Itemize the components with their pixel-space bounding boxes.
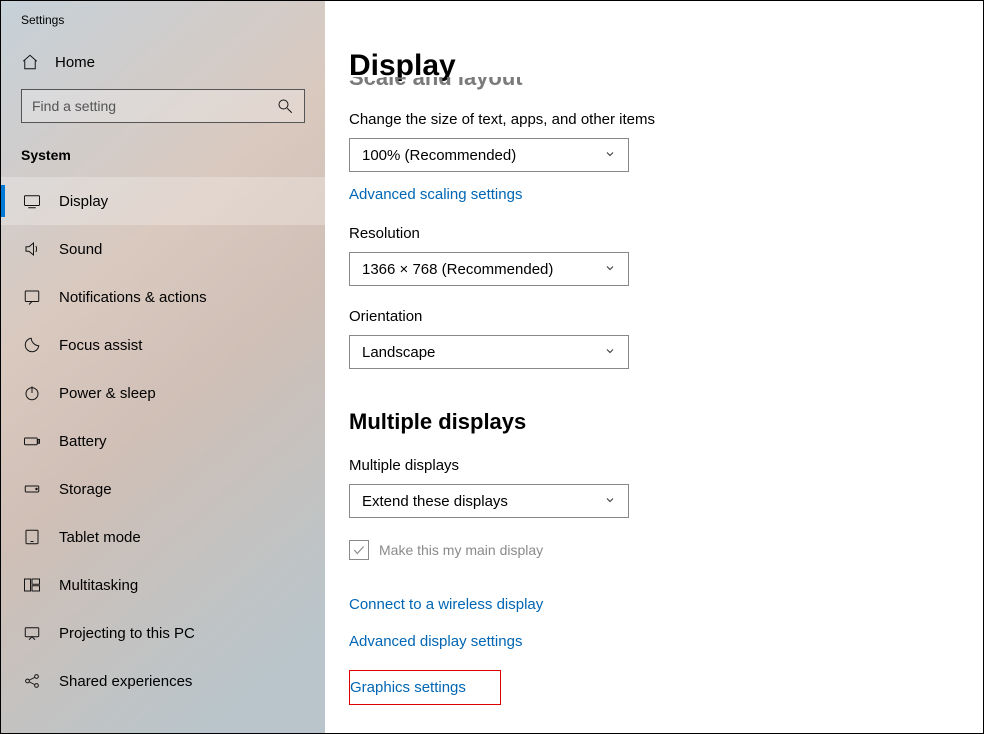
sidebar-item-label: Shared experiences — [59, 673, 192, 690]
scale-dropdown-value: 100% (Recommended) — [362, 147, 516, 164]
resolution-label: Resolution — [349, 225, 983, 242]
main-display-checkbox — [349, 540, 369, 560]
scale-dropdown[interactable]: 100% (Recommended) — [349, 138, 629, 172]
search-input-wrap[interactable] — [21, 89, 305, 123]
home-icon — [21, 53, 39, 71]
main-display-checkbox-label: Make this my main display — [379, 542, 543, 558]
focus-assist-icon — [23, 336, 41, 354]
sidebar-item-power-sleep[interactable]: Power & sleep — [1, 369, 325, 417]
chevron-down-icon — [604, 344, 616, 361]
main-display-checkbox-row: Make this my main display — [349, 540, 983, 560]
advanced-display-link[interactable]: Advanced display settings — [349, 633, 983, 650]
sidebar-item-label: Tablet mode — [59, 529, 141, 546]
shared-icon — [23, 672, 41, 690]
advanced-scaling-link[interactable]: Advanced scaling settings — [349, 186, 522, 203]
multiple-displays-group: Multiple displays Extend these displays — [349, 457, 983, 518]
sidebar-item-label: Focus assist — [59, 337, 142, 354]
search-icon — [276, 97, 294, 115]
sidebar-item-battery[interactable]: Battery — [1, 417, 325, 465]
scale-layout-heading-cutoff: Scale and layout — [349, 77, 983, 93]
multitasking-icon — [23, 576, 41, 594]
sidebar-item-label: Battery — [59, 433, 107, 450]
sidebar-item-label: Display — [59, 193, 108, 210]
orientation-group: Orientation Landscape — [349, 308, 983, 369]
sidebar-item-label: Projecting to this PC — [59, 625, 195, 642]
graphics-settings-highlight: Graphics settings — [349, 670, 501, 705]
multiple-displays-dropdown-value: Extend these displays — [362, 493, 508, 510]
window-title: Settings — [1, 7, 325, 43]
sidebar-item-notifications[interactable]: Notifications & actions — [1, 273, 325, 321]
multiple-displays-dropdown[interactable]: Extend these displays — [349, 484, 629, 518]
sidebar-item-label: Sound — [59, 241, 102, 258]
orientation-dropdown[interactable]: Landscape — [349, 335, 629, 369]
sidebar-item-display[interactable]: Display — [1, 177, 325, 225]
sidebar: Settings Home System Display — [1, 1, 325, 733]
sidebar-item-storage[interactable]: Storage — [1, 465, 325, 513]
main-content: Display Scale and layout Change the size… — [325, 1, 983, 733]
display-icon — [23, 192, 41, 210]
sidebar-item-label: Multitasking — [59, 577, 138, 594]
sidebar-item-label: Storage — [59, 481, 112, 498]
projecting-icon — [23, 624, 41, 642]
scale-label: Change the size of text, apps, and other… — [349, 111, 983, 128]
orientation-label: Orientation — [349, 308, 983, 325]
sidebar-item-focus-assist[interactable]: Focus assist — [1, 321, 325, 369]
storage-icon — [23, 480, 41, 498]
connect-wireless-link[interactable]: Connect to a wireless display — [349, 596, 983, 613]
settings-window: Settings Home System Display — [1, 1, 983, 733]
sidebar-home-label: Home — [55, 54, 95, 71]
resolution-group: Resolution 1366 × 768 (Recommended) — [349, 225, 983, 286]
orientation-dropdown-value: Landscape — [362, 344, 435, 361]
multiple-displays-heading: Multiple displays — [349, 409, 983, 435]
search-container — [21, 89, 305, 123]
battery-icon — [23, 432, 41, 450]
sidebar-item-multitasking[interactable]: Multitasking — [1, 561, 325, 609]
bottom-links: Connect to a wireless display Advanced d… — [349, 596, 983, 705]
chevron-down-icon — [604, 261, 616, 278]
chevron-down-icon — [604, 493, 616, 510]
tablet-icon — [23, 528, 41, 546]
sidebar-home[interactable]: Home — [1, 43, 325, 89]
scale-group: Change the size of text, apps, and other… — [349, 111, 983, 203]
resolution-dropdown[interactable]: 1366 × 768 (Recommended) — [349, 252, 629, 286]
sidebar-item-sound[interactable]: Sound — [1, 225, 325, 273]
power-icon — [23, 384, 41, 402]
sound-icon — [23, 240, 41, 258]
sidebar-section-label: System — [1, 141, 325, 177]
notifications-icon — [23, 288, 41, 306]
sidebar-nav: Display Sound Notifications & actions Fo… — [1, 177, 325, 705]
graphics-settings-link[interactable]: Graphics settings — [350, 679, 466, 696]
sidebar-item-projecting[interactable]: Projecting to this PC — [1, 609, 325, 657]
sidebar-item-shared-experiences[interactable]: Shared experiences — [1, 657, 325, 705]
multiple-displays-label: Multiple displays — [349, 457, 983, 474]
sidebar-item-tablet-mode[interactable]: Tablet mode — [1, 513, 325, 561]
sidebar-item-label: Power & sleep — [59, 385, 156, 402]
chevron-down-icon — [604, 147, 616, 164]
sidebar-item-label: Notifications & actions — [59, 289, 207, 306]
resolution-dropdown-value: 1366 × 768 (Recommended) — [362, 261, 553, 278]
search-input[interactable] — [32, 98, 276, 114]
